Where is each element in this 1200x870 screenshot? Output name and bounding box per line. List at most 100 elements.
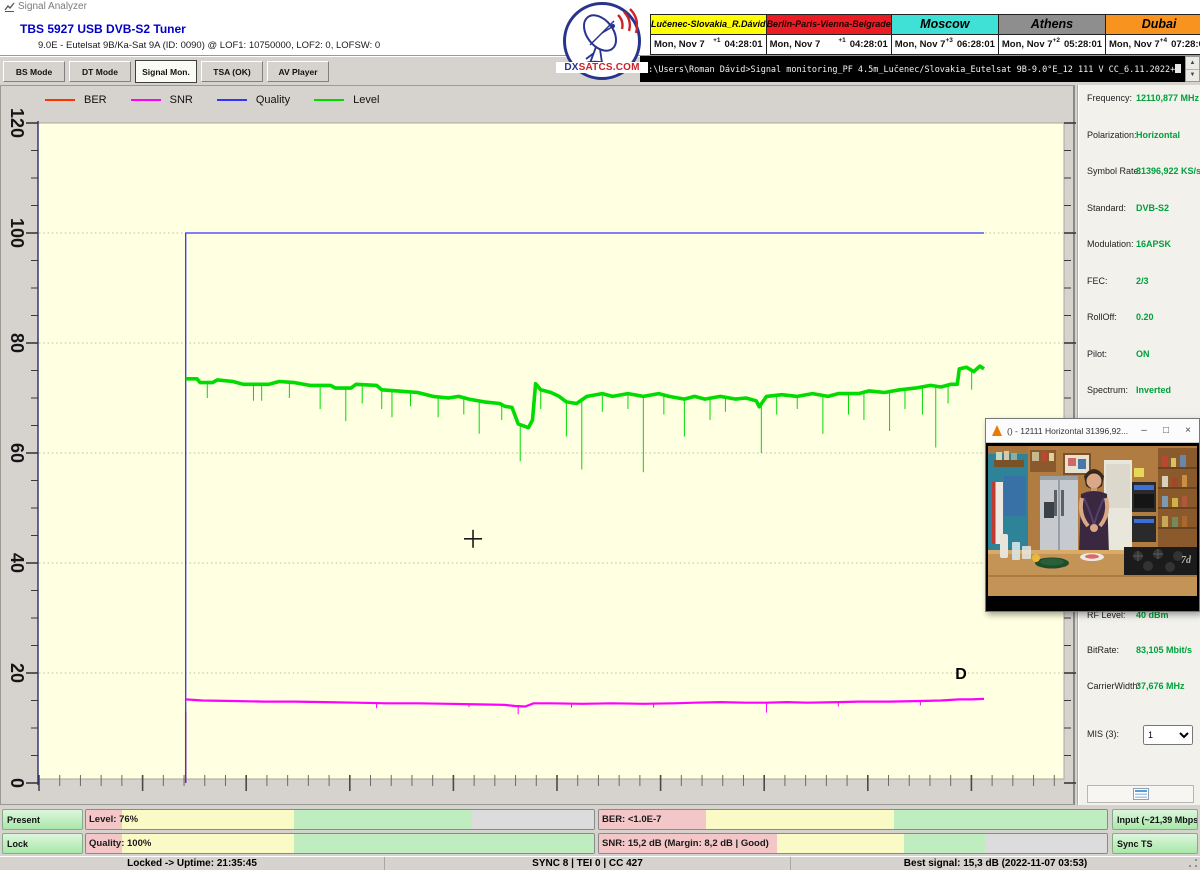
clock-utc-offset: +1 bbox=[838, 37, 845, 44]
clock-column-dubai: DubaiMon, Nov 7+407:28:01 bbox=[1105, 15, 1200, 54]
legend-swatch bbox=[217, 99, 247, 101]
progress-segment bbox=[294, 834, 594, 853]
video-title: () - 12111 Horizontal 31396,92... bbox=[1007, 426, 1133, 436]
param-label: Symbol Rate: bbox=[1087, 166, 1141, 176]
sync-ts-indicator: Sync TS bbox=[1112, 833, 1198, 854]
param-label: Frequency: bbox=[1087, 93, 1132, 103]
param-label: CarrierWidth: bbox=[1087, 681, 1140, 691]
clock-name: Athens bbox=[999, 15, 1105, 35]
chart-panel: BERSNRQualityLevel 020406080100120D bbox=[0, 85, 1075, 805]
console-window[interactable]: C:\Users\Roman Dávid>Signal monitoring_P… bbox=[640, 56, 1185, 82]
y-axis-label: 120 bbox=[7, 108, 27, 138]
chart-legend: BERSNRQualityLevel bbox=[45, 94, 403, 106]
clock-time: Mon, Nov 7+306:28:01 bbox=[892, 35, 998, 54]
param-label: Modulation: bbox=[1087, 239, 1134, 249]
clock-date: Mon, Nov 7 bbox=[1002, 39, 1053, 50]
clock-column-athens: AthensMon, Nov 7+205:28:01 bbox=[998, 15, 1105, 54]
console-scrollbar[interactable]: ▲ ▼ bbox=[1185, 56, 1200, 82]
legend-label: SNR bbox=[170, 94, 193, 106]
resize-grip[interactable] bbox=[1188, 858, 1198, 868]
tab-bar: BS ModeDT ModeSignal Mon.TSA (OK)AV Play… bbox=[0, 56, 640, 85]
y-axis-label: 80 bbox=[7, 333, 27, 353]
tab-signal-mon[interactable]: Signal Mon. bbox=[135, 60, 197, 83]
clock-time: Mon, Nov 7+104:28:01 bbox=[651, 35, 766, 54]
param-label: RollOff: bbox=[1087, 312, 1117, 322]
ber-progressbar: BER: <1.0E-7 bbox=[598, 809, 1108, 830]
mis-row: MIS (3): 1 bbox=[1079, 725, 1200, 749]
progressbar-label: BER: <1.0E-7 bbox=[602, 810, 661, 829]
scroll-up-icon[interactable]: ▲ bbox=[1186, 57, 1199, 70]
legend-swatch bbox=[314, 99, 344, 101]
console-text: C:\Users\Roman Dávid>Signal monitoring_P… bbox=[643, 65, 1175, 75]
status-sync-counters: SYNC 8 | TEI 0 | CC 427 bbox=[385, 857, 791, 870]
video-still: 7d bbox=[988, 446, 1197, 596]
clock-time: Mon, Nov 7+104:28:01 bbox=[767, 35, 891, 54]
video-titlebar[interactable]: () - 12111 Horizontal 31396,92... – □ × bbox=[986, 419, 1199, 443]
param-row-carrierwidth: CarrierWidth:37,676 MHz bbox=[1079, 681, 1200, 695]
close-button[interactable]: × bbox=[1177, 425, 1199, 436]
y-axis-label: 0 bbox=[7, 778, 27, 788]
clock-hms: 07:28:01 bbox=[1171, 39, 1200, 50]
param-row-pilot: Pilot:ON bbox=[1079, 349, 1200, 363]
status-best-signal: Best signal: 15,3 dB (2022-11-07 03:53) bbox=[791, 857, 1200, 870]
clock-name: Dubai bbox=[1106, 15, 1200, 35]
param-row-modulation: Modulation:16APSK bbox=[1079, 239, 1200, 253]
param-value: 16APSK bbox=[1136, 239, 1171, 249]
device-subtitle: 9.0E - Eutelsat 9B/Ka-Sat 9A (ID: 0090) … bbox=[38, 40, 380, 51]
progress-segment bbox=[706, 810, 894, 829]
panel-list-button[interactable] bbox=[1087, 785, 1194, 803]
param-row-standard: Standard: DVB-S2 bbox=[1079, 203, 1200, 217]
y-axis-label: 20 bbox=[7, 663, 27, 683]
progressbar-label: Level: 76% bbox=[89, 810, 138, 829]
scroll-down-icon[interactable]: ▼ bbox=[1186, 70, 1199, 82]
clock-column-lu-enec-slovakia-r-d-vid: Lučenec-Slovakia_R.DávidMon, Nov 7+104:2… bbox=[651, 15, 766, 54]
progress-segment bbox=[985, 834, 1107, 853]
clock-hms: 04:28:01 bbox=[850, 39, 888, 50]
param-value: Inverted bbox=[1136, 385, 1171, 395]
param-value: 2/3 bbox=[1136, 276, 1149, 286]
minimize-button[interactable]: – bbox=[1133, 425, 1155, 436]
mis-label: MIS (3): bbox=[1087, 729, 1119, 739]
param-value: ON bbox=[1136, 349, 1150, 359]
tab-bs-mode[interactable]: BS Mode bbox=[3, 61, 65, 82]
list-icon bbox=[1133, 788, 1149, 800]
clock-time: Mon, Nov 7+205:28:01 bbox=[999, 35, 1105, 54]
clock-utc-offset: +3 bbox=[945, 37, 952, 44]
status-bar: Locked -> Uptime: 21:35:45 SYNC 8 | TEI … bbox=[0, 856, 1200, 870]
tab-av-player[interactable]: AV Player bbox=[267, 61, 329, 82]
window-title: Signal Analyzer bbox=[18, 1, 87, 12]
clock-name: Moscow bbox=[892, 15, 998, 35]
clock-time: Mon, Nov 7+407:28:01 bbox=[1106, 35, 1200, 54]
param-value: DVB-S2 bbox=[1136, 203, 1169, 213]
logo-text: DXSATCS.COM bbox=[556, 62, 648, 73]
video-content[interactable]: 7d bbox=[986, 443, 1199, 611]
param-value: 12110,877 MHz bbox=[1136, 93, 1199, 103]
param-row-frequency: Frequency: 12110,877 MHz bbox=[1079, 93, 1200, 107]
clock-name: Lučenec-Slovakia_R.Dávid bbox=[651, 15, 766, 35]
input-indicator: Input (~21,39 Mbps) bbox=[1112, 809, 1198, 830]
level-progressbar: Level: 76% bbox=[85, 809, 595, 830]
param-value: 83,105 Mbit/s bbox=[1136, 645, 1192, 655]
clock-hms: 04:28:01 bbox=[725, 39, 763, 50]
param-label: Spectrum: bbox=[1087, 385, 1128, 395]
maximize-button[interactable]: □ bbox=[1155, 425, 1177, 436]
legend-item-ber: BER bbox=[45, 94, 107, 106]
legend-item-snr: SNR bbox=[131, 94, 193, 106]
mis-select[interactable]: 1 bbox=[1143, 725, 1193, 745]
tab-dt-mode[interactable]: DT Mode bbox=[69, 61, 131, 82]
legend-swatch bbox=[131, 99, 161, 101]
y-axis-label: 60 bbox=[7, 443, 27, 463]
param-value: 0.20 bbox=[1136, 312, 1154, 322]
param-value: 31396,922 KS/s bbox=[1136, 166, 1200, 176]
lock-indicator: Lock bbox=[2, 833, 83, 854]
clock-column-berlin-paris-vienna-belgrade: Berlin-Paris-Vienna-BelgradeMon, Nov 7+1… bbox=[766, 15, 891, 54]
app-icon bbox=[4, 2, 15, 13]
param-row-symbol-rate: Symbol Rate:31396,922 KS/s bbox=[1079, 166, 1200, 180]
param-label: FEC: bbox=[1087, 276, 1108, 286]
console-cursor: _ bbox=[1175, 64, 1181, 73]
video-window: () - 12111 Horizontal 31396,92... – □ × bbox=[985, 418, 1200, 612]
tab-tsa-ok[interactable]: TSA (OK) bbox=[201, 61, 263, 82]
plot-area[interactable]: 020406080100120D bbox=[1, 86, 1076, 806]
present-indicator: Present bbox=[2, 809, 83, 830]
param-label: Standard: bbox=[1087, 203, 1126, 213]
